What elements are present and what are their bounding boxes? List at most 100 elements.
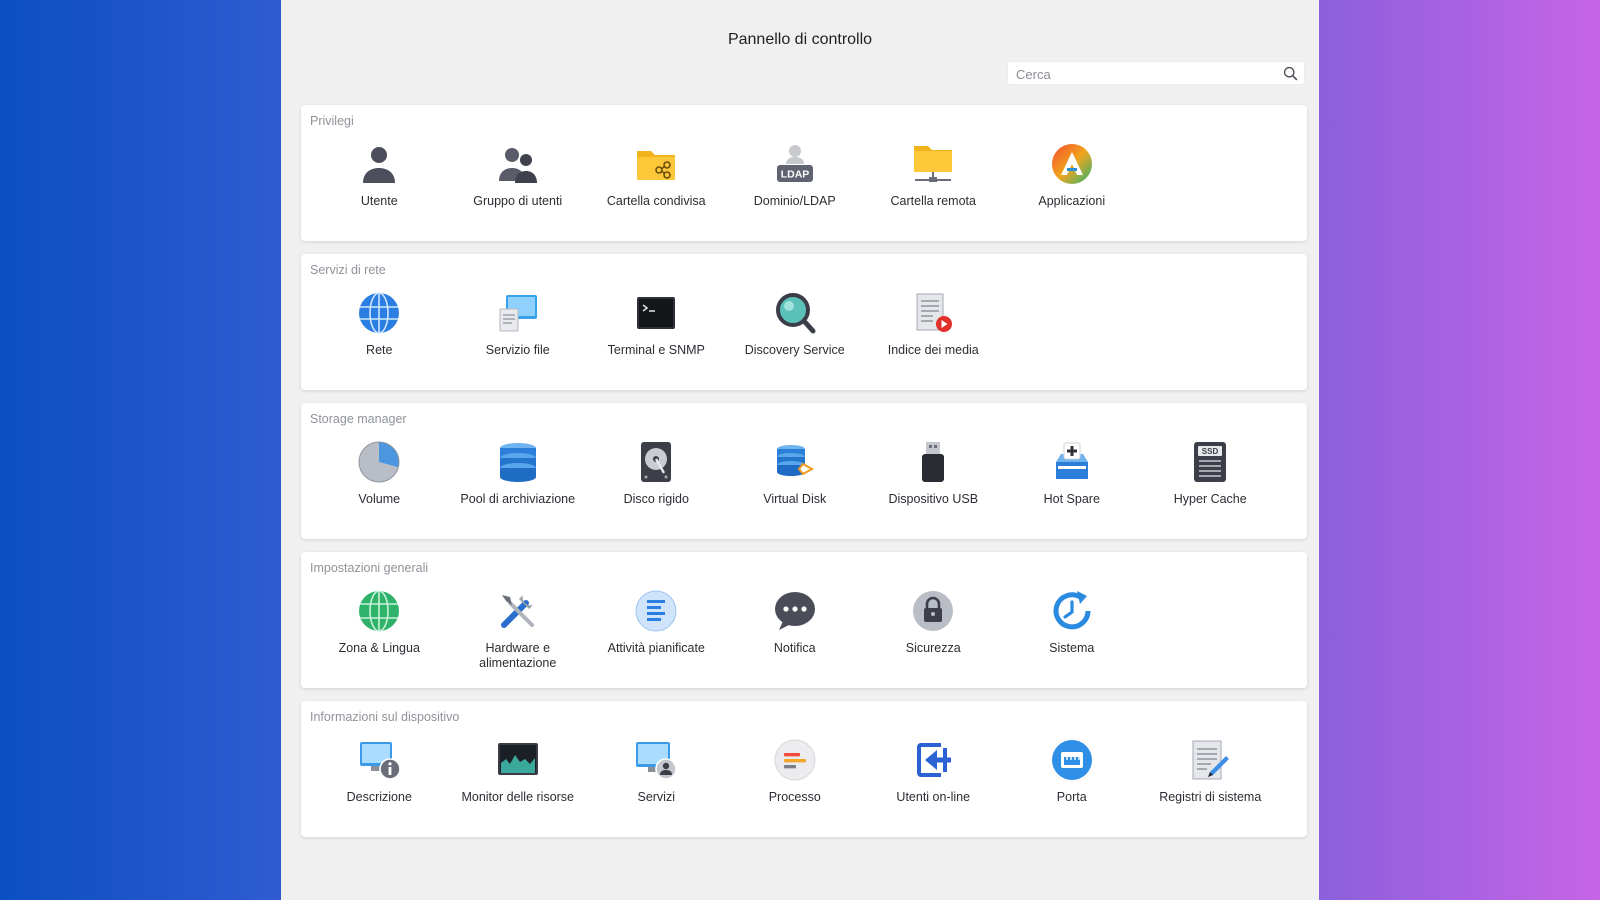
panel-item-disco-rigido[interactable]: Disco rigido: [587, 440, 726, 507]
panel-item-hot-spare[interactable]: Hot Spare: [1003, 440, 1142, 507]
item-label: Terminal e SNMP: [607, 343, 705, 357]
section-servizi-di-rete: Servizi di rete Rete Servizio file Terminal…: [301, 254, 1307, 390]
item-label: Dominio/LDAP: [753, 194, 836, 208]
panel-item-utenti-on-line[interactable]: Utenti on-line: [864, 738, 1003, 805]
control-panel-window: Pannello di controllo Privilegi Utente Gru…: [281, 0, 1319, 900]
panel-item-cartella-remota[interactable]: Cartella remota: [864, 142, 1003, 209]
item-grid: Rete Servizio file Terminal e SNMP Discover…: [310, 291, 1003, 358]
virtual-disk-icon: [773, 440, 817, 484]
panel-item-volume[interactable]: Volume: [310, 440, 449, 507]
lock-icon: [911, 589, 955, 633]
applications-icon: [1050, 142, 1094, 186]
item-label: Hyper Cache: [1173, 492, 1247, 506]
file-service-icon: [496, 291, 540, 335]
shared-folder-icon: [634, 142, 678, 186]
terminal-icon: [634, 291, 678, 335]
panel-item-applicazioni[interactable]: Applicazioni: [1003, 142, 1142, 209]
section-impostazioni-generali: Impostazioni generali Zona & Lingua Hardwa…: [301, 552, 1307, 688]
panel-item-sicurezza[interactable]: Sicurezza: [864, 589, 1003, 671]
hard-disk-icon: [634, 440, 678, 484]
section-title: Privilegi: [310, 114, 354, 128]
panel-item-attivit-pianificate[interactable]: Attività pianificate: [587, 589, 726, 671]
panel-item-pool-di-archiviazione[interactable]: Pool di archiviazione: [449, 440, 588, 507]
ssd-cache-icon: SSD: [1188, 440, 1232, 484]
ldap-icon-text: LDAP: [780, 169, 809, 181]
item-label: Discovery Service: [744, 343, 845, 357]
item-label: Utenti on-line: [896, 790, 971, 804]
panel-item-processo[interactable]: Processo: [726, 738, 865, 805]
panel-item-terminal-e-snmp[interactable]: Terminal e SNMP: [587, 291, 726, 358]
media-index-icon: [911, 291, 955, 335]
ssd-icon-text: SSD: [1202, 447, 1219, 456]
services-monitor-icon: [634, 738, 678, 782]
panel-item-porta[interactable]: Porta: [1003, 738, 1142, 805]
item-label: Volume: [358, 492, 401, 506]
storage-pool-icon: [496, 440, 540, 484]
panel-item-notifica[interactable]: Notifica: [726, 589, 865, 671]
item-label: Cartella remota: [890, 194, 976, 208]
item-label: Applicazioni: [1038, 194, 1106, 208]
item-label: Monitor delle risorse: [461, 790, 575, 804]
item-label: Indice dei media: [887, 343, 979, 357]
panel-item-dominio-ldap[interactable]: LDAP Dominio/LDAP: [726, 142, 865, 209]
panel-item-indice-dei-media[interactable]: Indice dei media: [864, 291, 1003, 358]
info-monitor-icon: [357, 738, 402, 782]
item-label: Servizio file: [485, 343, 550, 357]
item-label: Servizi: [637, 790, 675, 804]
panel-item-gruppo-di-utenti[interactable]: Gruppo di utenti: [449, 142, 588, 209]
panel-item-virtual-disk[interactable]: Virtual Disk: [726, 440, 865, 507]
section-storage-manager: Storage manager Volume Pool di archiviazio…: [301, 403, 1307, 539]
item-label: Hot Spare: [1043, 492, 1100, 506]
panel-item-discovery-service[interactable]: Discovery Service: [726, 291, 865, 358]
item-label: Cartella condivisa: [606, 194, 706, 208]
item-label: Hardware e alimentazione: [479, 641, 557, 670]
item-label: Sistema: [1049, 641, 1095, 655]
panel-item-dispositivo-usb[interactable]: Dispositivo USB: [864, 440, 1003, 507]
panel-item-servizi[interactable]: Servizi: [587, 738, 726, 805]
scheduled-tasks-icon: [634, 589, 678, 633]
panel-item-registri-di-sistema[interactable]: Registri di sistema: [1141, 738, 1280, 805]
chat-bubble-icon: [773, 589, 817, 633]
section-title: Servizi di rete: [310, 263, 386, 277]
item-label: Porta: [1056, 790, 1087, 804]
tools-icon: [496, 589, 540, 633]
item-label: Registri di sistema: [1159, 790, 1262, 804]
panel-item-hyper-cache[interactable]: SSD Hyper Cache: [1141, 440, 1280, 507]
remote-folder-icon: [911, 142, 955, 186]
hot-spare-icon: [1050, 440, 1094, 484]
globe-region-icon: [357, 589, 401, 633]
magnifier-icon: [773, 291, 817, 335]
panel-item-rete[interactable]: Rete: [310, 291, 449, 358]
usb-device-icon: [911, 440, 955, 484]
globe-network-icon: [357, 291, 401, 335]
section-title: Impostazioni generali: [310, 561, 429, 575]
section-informazioni-sul-dispositivo: Informazioni sul dispositivo Descrizione M…: [301, 701, 1307, 837]
panel-item-descrizione[interactable]: Descrizione: [310, 738, 449, 805]
item-label: Descrizione: [346, 790, 412, 804]
item-label: Disco rigido: [623, 492, 689, 506]
search-box[interactable]: [1007, 61, 1305, 85]
page-title: Pannello di controllo: [727, 31, 873, 48]
panel-item-utente[interactable]: Utente: [310, 142, 449, 209]
item-grid: Utente Gruppo di utenti Cartella condivisa…: [310, 142, 1141, 209]
search-input[interactable]: [1014, 64, 1278, 84]
section-title: Storage manager: [310, 412, 407, 426]
port-icon: [1050, 738, 1094, 782]
panel-item-zona-lingua[interactable]: Zona & Lingua: [310, 589, 449, 671]
user-icon: [357, 142, 401, 186]
panel-item-sistema[interactable]: Sistema: [1003, 589, 1142, 671]
panel-item-servizio-file[interactable]: Servizio file: [449, 291, 588, 358]
process-icon: [773, 738, 817, 782]
item-label: Attività pianificate: [607, 641, 705, 655]
system-logs-icon: [1188, 738, 1232, 782]
item-label: Gruppo di utenti: [473, 194, 563, 208]
item-label: Dispositivo USB: [888, 492, 979, 506]
item-label: Virtual Disk: [763, 492, 827, 506]
panel-item-hardware-e-alimentazione[interactable]: Hardware e alimentazione: [449, 589, 588, 671]
panel-item-cartella-condivisa[interactable]: Cartella condivisa: [587, 142, 726, 209]
item-grid: Volume Pool di archiviazione Disco rigido V…: [310, 440, 1280, 507]
item-label: Utente: [360, 194, 398, 208]
system-clock-icon: [1050, 589, 1094, 633]
search-icon[interactable]: [1282, 65, 1299, 82]
panel-item-monitor-delle-risorse[interactable]: Monitor delle risorse: [449, 738, 588, 805]
